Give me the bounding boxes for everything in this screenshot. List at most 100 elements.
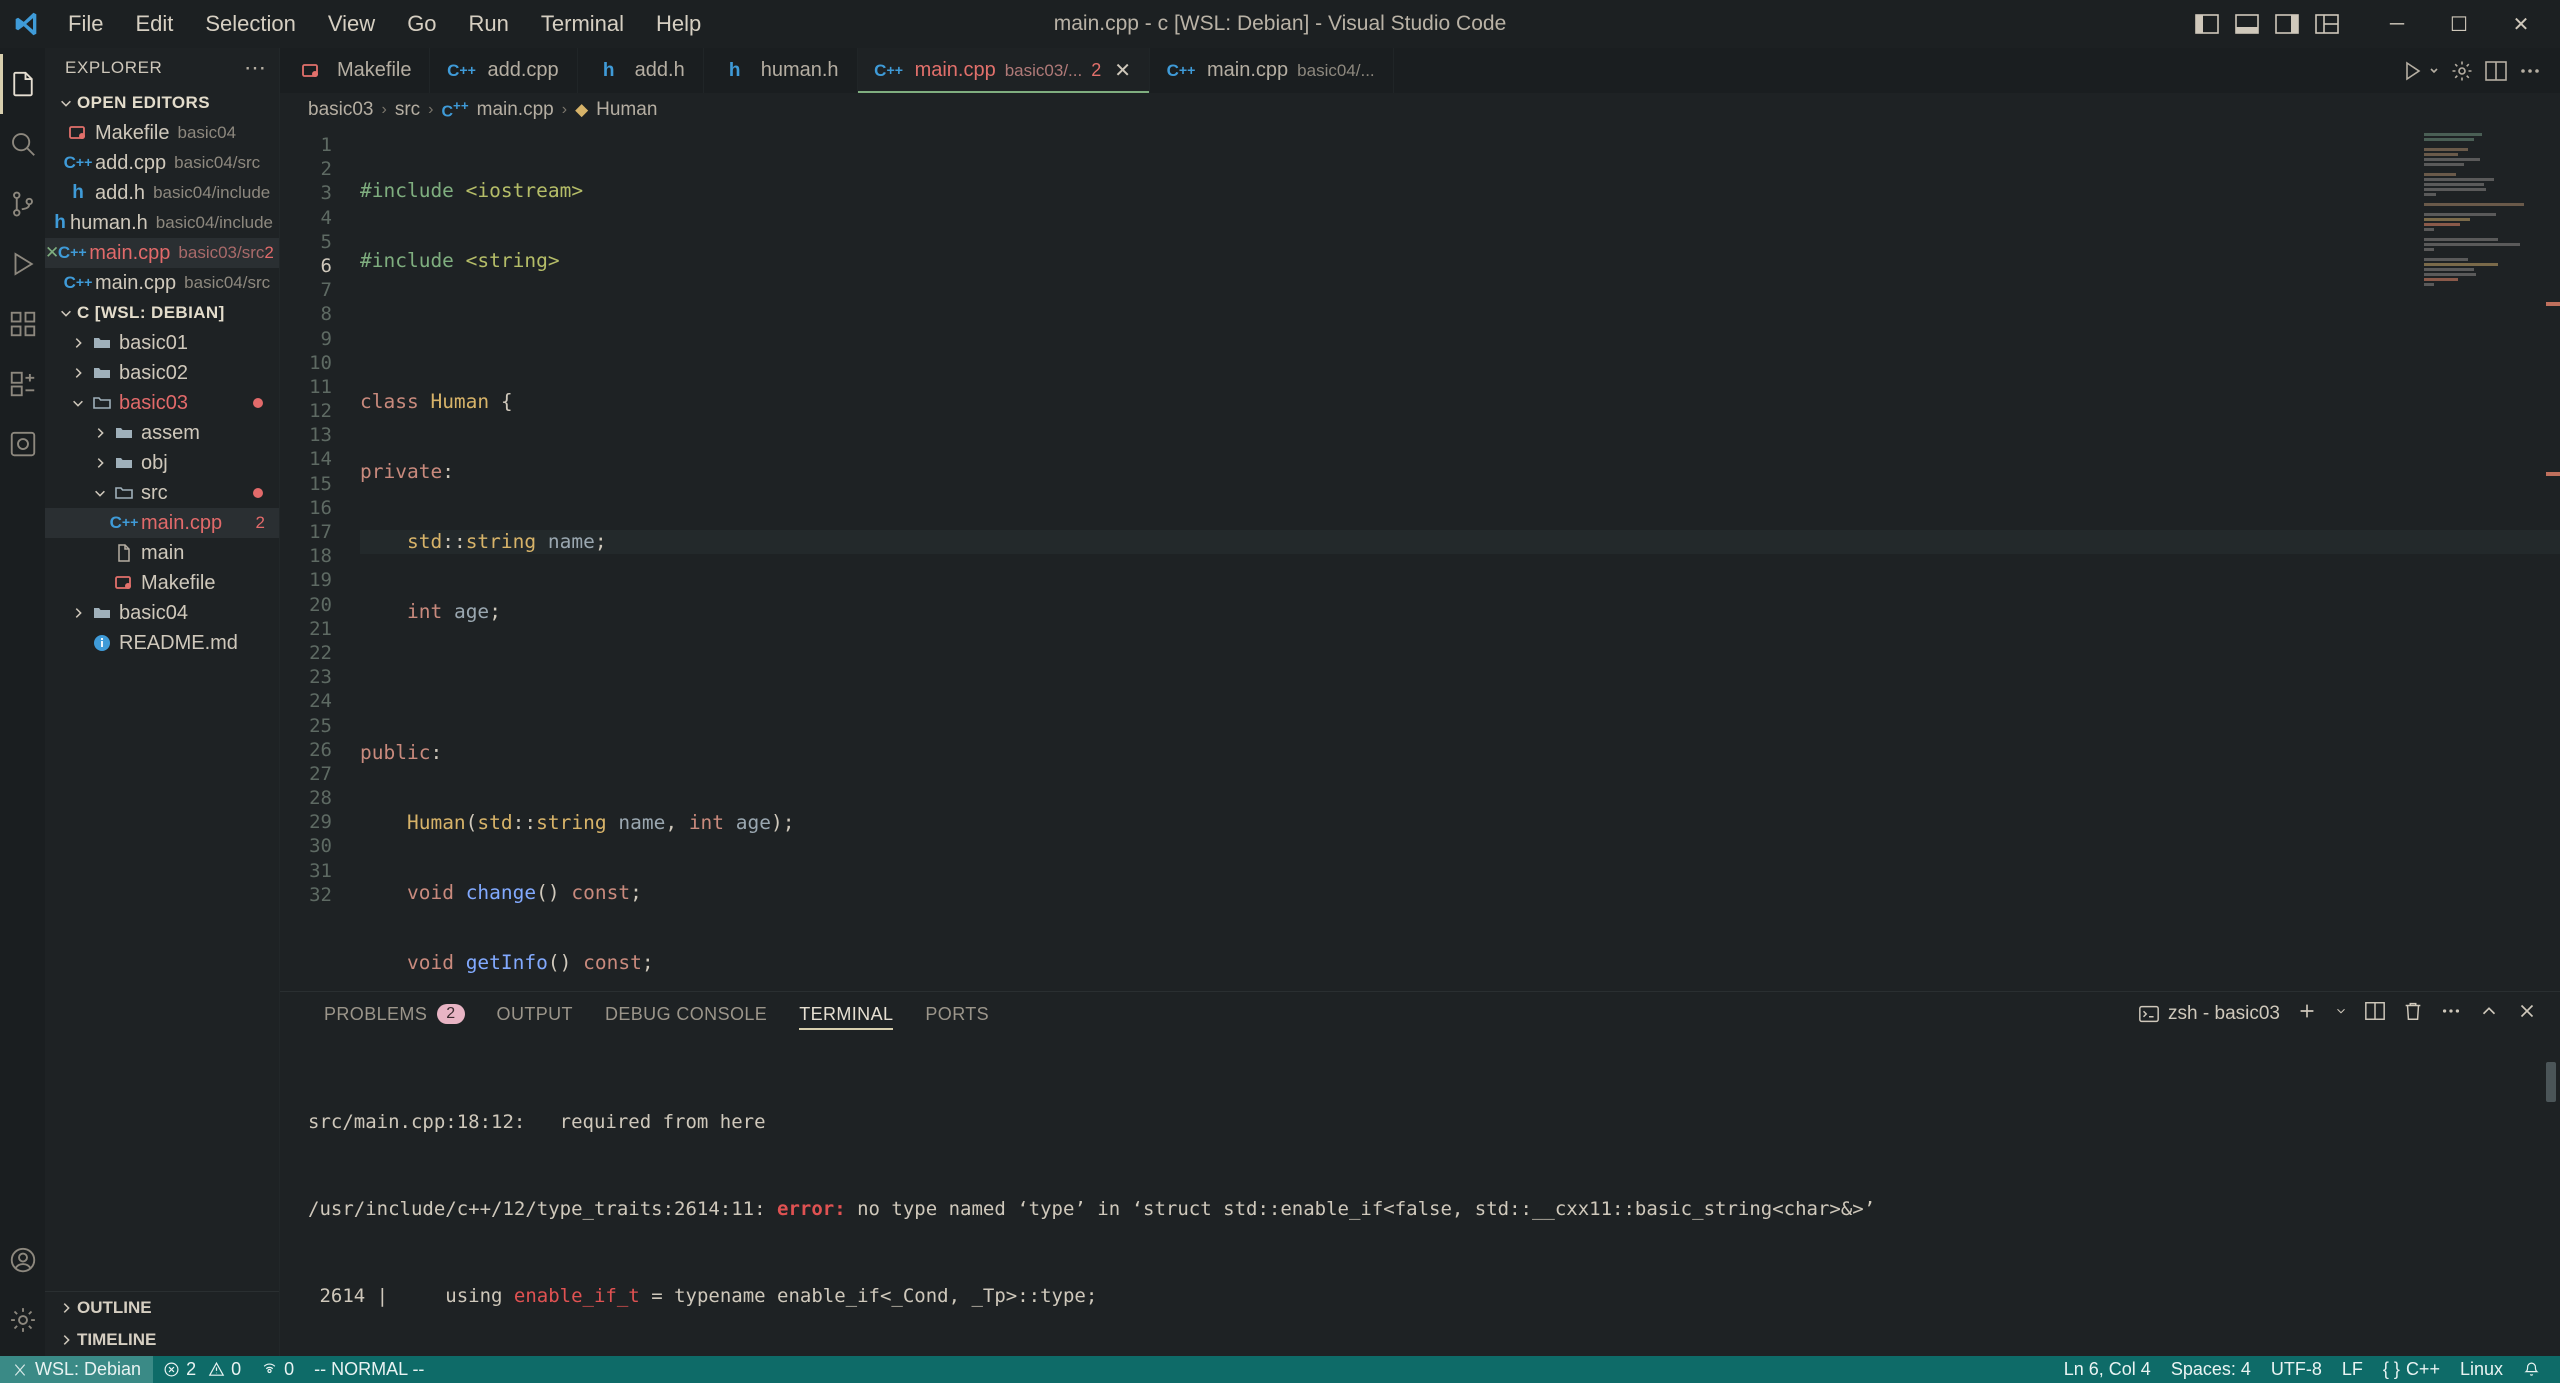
menu-run[interactable]: Run (453, 7, 525, 41)
tree-item-readme[interactable]: README.md (45, 628, 279, 658)
section-outline[interactable]: OUTLINE (45, 1292, 279, 1324)
tab-add-h[interactable]: h add.h (577, 48, 704, 93)
status-eol[interactable]: LF (2332, 1356, 2373, 1383)
minimize-button[interactable]: ─ (2366, 0, 2428, 48)
status-notifications-bell-icon[interactable] (2513, 1356, 2550, 1383)
activity-search[interactable] (0, 114, 45, 174)
menu-bar[interactable]: File Edit Selection View Go Run Terminal… (52, 7, 717, 41)
menu-edit[interactable]: Edit (119, 7, 189, 41)
menu-go[interactable]: Go (391, 7, 452, 41)
panel-tab-debug-console[interactable]: DEBUG CONSOLE (589, 992, 783, 1036)
open-editor-row[interactable]: Makefile basic04 (45, 118, 279, 148)
activity-manage-gear-icon[interactable] (0, 1290, 45, 1350)
h-icon: h (602, 59, 615, 81)
customize-layout-icon[interactable] (2310, 7, 2344, 41)
open-editor-row-active[interactable]: ✕ C ++ main.cpp basic03/src 2 (45, 238, 279, 268)
tab-human-h[interactable]: h human.h (703, 48, 858, 93)
open-editor-row[interactable]: C ++ add.cpp basic04/src (45, 148, 279, 178)
status-encoding[interactable]: UTF-8 (2261, 1356, 2332, 1383)
split-terminal-icon[interactable] (2364, 1000, 2386, 1028)
close-panel-icon[interactable] (2516, 1000, 2538, 1028)
run-code-icon[interactable] (2402, 59, 2440, 83)
menu-terminal[interactable]: Terminal (525, 7, 640, 41)
tree-item-makefile[interactable]: Makefile (45, 568, 279, 598)
section-timeline[interactable]: TIMELINE (45, 1324, 279, 1356)
open-editor-row[interactable]: h human.h basic04/include (45, 208, 279, 238)
status-problems[interactable]: 2 0 (153, 1356, 251, 1383)
terminal-output[interactable]: src/main.cpp:18:12: required from here /… (280, 1036, 2560, 1356)
more-actions-icon[interactable] (2440, 1000, 2462, 1028)
close-button[interactable]: ✕ (2490, 0, 2552, 48)
panel-tab-terminal[interactable]: TERMINAL (783, 992, 909, 1036)
tree-item-obj[interactable]: obj (45, 448, 279, 478)
tree-item-main-cpp[interactable]: C ++ main.cpp 2 (45, 508, 279, 538)
menu-view[interactable]: View (312, 7, 391, 41)
terminal-scrollbar[interactable] (2546, 1062, 2556, 1102)
tab-label: add.cpp (487, 59, 559, 81)
toggle-secondary-sidebar-icon[interactable] (2270, 7, 2304, 41)
activity-explorer[interactable] (0, 54, 45, 114)
status-language-mode[interactable]: { } C++ (2373, 1356, 2450, 1383)
panel-tab-output[interactable]: OUTPUT (481, 992, 589, 1036)
breadcrumb-human[interactable]: Human (596, 99, 657, 121)
activity-source-control[interactable] (0, 174, 45, 234)
activity-remote-explorer[interactable] (0, 354, 45, 414)
kill-terminal-icon[interactable] (2402, 1000, 2424, 1028)
tab-list: Makefile C++ add.cpp h add.h h human.h (280, 48, 1394, 93)
breadcrumb-basic03[interactable]: basic03 (308, 99, 374, 121)
new-terminal-icon[interactable] (2296, 1000, 2318, 1028)
tab-main-cpp-basic04[interactable]: C ++ main.cpp basic04/... (1150, 48, 1394, 93)
panel-tab-problems[interactable]: PROBLEMS 2 (308, 992, 481, 1036)
toggle-panel-icon[interactable] (2230, 7, 2264, 41)
tab-close-icon[interactable]: ✕ (1114, 58, 1131, 83)
terminal-selector[interactable]: zsh - basic03 (2138, 1003, 2280, 1025)
activity-extensions[interactable] (0, 294, 45, 354)
breadcrumb-main-cpp[interactable]: main.cpp (477, 99, 554, 121)
open-editor-row[interactable]: C ++ main.cpp basic04/src (45, 268, 279, 298)
settings-gear-icon[interactable] (2450, 59, 2474, 83)
tree-item-assem[interactable]: assem (45, 418, 279, 448)
open-editor-path: basic04/src (184, 273, 271, 292)
terminal-dropdown-icon[interactable] (2334, 1000, 2348, 1028)
editor-scrollbar[interactable] (2546, 127, 2560, 991)
menu-file[interactable]: File (52, 7, 119, 41)
code-content[interactable]: #include <iostream> #include <string> cl… (342, 127, 2560, 991)
menu-help[interactable]: Help (640, 7, 717, 41)
sidebar-more-actions-icon[interactable]: ⋯ (244, 55, 267, 81)
panel-tab-ports[interactable]: PORTS (909, 992, 1005, 1036)
status-indentation[interactable]: Spaces: 4 (2161, 1356, 2261, 1383)
folder-icon (89, 603, 115, 623)
tree-item-basic03[interactable]: basic03 (45, 388, 279, 418)
status-ports[interactable]: 0 (251, 1356, 304, 1383)
status-remote-indicator[interactable]: WSL: Debian (0, 1356, 154, 1383)
tab-makefile[interactable]: Makefile (280, 48, 431, 93)
code-line: Human(std::string name, int age); (406, 810, 795, 834)
tree-item-main[interactable]: main (45, 538, 279, 568)
tab-add-cpp[interactable]: C ++ add.cpp (430, 48, 578, 93)
status-cursor-position[interactable]: Ln 6, Col 4 (2054, 1356, 2161, 1383)
maximize-button[interactable]: ☐ (2428, 0, 2490, 48)
code-line: #include <string> (360, 249, 560, 273)
maximize-panel-icon[interactable] (2478, 1000, 2500, 1028)
menu-selection[interactable]: Selection (189, 7, 312, 41)
tree-item-src[interactable]: src (45, 478, 279, 508)
more-actions-icon[interactable] (2518, 59, 2542, 83)
layout-toggles[interactable] (2190, 7, 2344, 41)
tree-item-basic04[interactable]: basic04 (45, 598, 279, 628)
section-workspace[interactable]: C [WSL: DEBIAN] (45, 298, 279, 328)
open-editor-row[interactable]: h add.h basic04/include (45, 178, 279, 208)
tree-item-basic02[interactable]: basic02 (45, 358, 279, 388)
activity-testing[interactable] (0, 414, 45, 474)
breadcrumb-src[interactable]: src (395, 99, 420, 121)
status-platform[interactable]: Linux (2450, 1356, 2513, 1383)
toggle-primary-sidebar-icon[interactable] (2190, 7, 2224, 41)
tree-item-basic01[interactable]: basic01 (45, 328, 279, 358)
section-open-editors[interactable]: OPEN EDITORS (45, 88, 279, 118)
split-editor-icon[interactable] (2484, 59, 2508, 83)
tab-main-cpp-basic03[interactable]: C ++ main.cpp basic03/... 2 ✕ (857, 48, 1150, 93)
breadcrumb[interactable]: basic03 › src › C++ main.cpp › ◆ Human (280, 93, 2560, 127)
code-editor[interactable]: 1 2 3 4 5 6 7 8 9 10 11 12 13 14 15 16 1 (280, 127, 2560, 991)
activity-run-debug[interactable] (0, 234, 45, 294)
activity-accounts[interactable] (0, 1230, 45, 1290)
minimap[interactable] (2424, 127, 2544, 991)
